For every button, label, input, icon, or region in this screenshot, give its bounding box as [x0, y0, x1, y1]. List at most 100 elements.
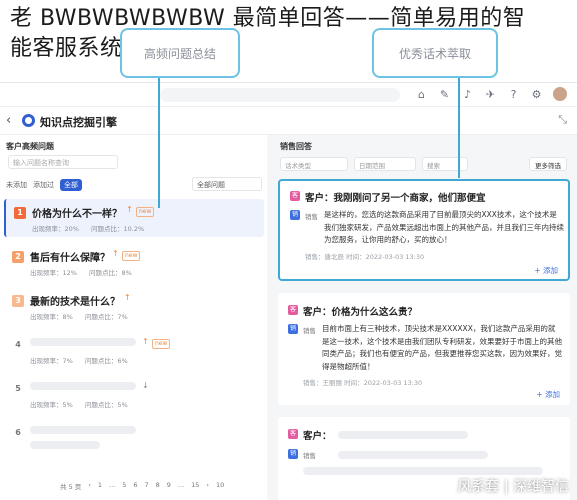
page-header: ‹ 知识点挖掘引擎 ⤡ [0, 107, 577, 135]
answer-search-input[interactable]: 搜索 [422, 157, 468, 171]
trend-up-icon: ↑ [112, 249, 119, 258]
sales-label: 销售 [303, 327, 316, 335]
back-icon[interactable]: ‹ [6, 113, 11, 128]
add-button[interactable]: + 添加 [534, 265, 558, 276]
page-link[interactable]: 6 [133, 481, 137, 491]
page-link[interactable]: 1 [98, 481, 102, 491]
callout-label: 高频问题总结 [143, 46, 216, 61]
sales-label: 销售 [303, 452, 316, 460]
click-ratio: 问题点比：8% [89, 269, 132, 277]
callout-label: 优秀话术萃取 [398, 46, 471, 61]
sales-badge: 销 [288, 449, 298, 459]
customer-badge: 客 [290, 191, 300, 201]
question-item[interactable]: 6 [4, 419, 264, 457]
page-link[interactable]: 8 [156, 481, 160, 491]
topbar-icons: ⌂ ✎ ♪ ✈ ? ⚙ [415, 87, 567, 101]
question-item[interactable]: 3 最新的技术是什么？ ↑ 出现频率：8% 问题点比：7% [4, 287, 264, 325]
answer-card[interactable]: 客 客户：价格为什么这么贵？ 销 销售 目前市面上有三种技术，顶尖技术是XXXX… [278, 293, 570, 405]
callout-connector-right [458, 78, 460, 178]
placeholder-bar [338, 431, 468, 439]
rank-badge: 3 [12, 295, 24, 307]
trend-up-icon: ↑ [124, 293, 131, 302]
placeholder-bar [303, 467, 543, 475]
plane-icon[interactable]: ✈ [484, 88, 497, 101]
filter-added[interactable]: 添加过 [33, 180, 54, 190]
placeholder-bar [30, 441, 100, 449]
question-filter-tabs: 未添加 添加过 全部 [6, 179, 82, 191]
click-ratio: 问题点比：6% [84, 357, 128, 365]
customer-badge: 客 [288, 305, 298, 315]
question-stats: 出现频率：8% 问题点比：7% [30, 311, 138, 321]
answer-filters: 话术类型 日期范围 搜索 [280, 157, 468, 171]
sales-label: 销售 [305, 213, 318, 221]
trend-down-icon: ↓ [142, 381, 149, 390]
question-text: 价格为什么不一样？ [32, 209, 122, 220]
new-badge: new [152, 339, 171, 349]
avatar[interactable] [553, 87, 567, 101]
left-panel-high-frequency: 客户高频问题 输入问题名称查询 未添加 添加过 全部 全部问题 1 价格为什么不… [0, 135, 267, 500]
question-text: 售后有什么保障？ [30, 253, 110, 264]
home-icon[interactable]: ⌂ [415, 88, 428, 101]
trend-up-icon: ↑ [142, 337, 149, 346]
page-title: 知识点挖掘引擎 [40, 116, 117, 129]
click-ratio: 问题点比：5% [84, 401, 128, 409]
page-link[interactable]: 9 [167, 481, 171, 491]
page-size-select[interactable]: 10 [216, 481, 224, 491]
sales-answer: 目前市面上有三种技术，顶尖技术是XXXXXX，我们这款产品采用的就是这一技术，这… [322, 324, 562, 371]
question-item[interactable]: 2 售后有什么保障？ ↑ new 出现频率：12% 问题点比：8% [4, 243, 264, 281]
engine-logo-icon [22, 114, 35, 127]
filter-all[interactable]: 全部 [60, 179, 82, 191]
click-ratio: 问题点比：10.2% [91, 225, 145, 233]
placeholder-bar [30, 426, 136, 434]
frequency: 出现频率：7% [30, 357, 73, 365]
frequency: 出现频率：20% [32, 225, 79, 233]
more-filters-button[interactable]: 更多筛选 [529, 157, 567, 171]
new-badge: new [136, 207, 155, 217]
question-type-dropdown[interactable]: 全部问题 [192, 177, 262, 191]
sales-badge: 销 [290, 210, 300, 220]
page-link[interactable]: 7 [145, 481, 149, 491]
script-type-select[interactable]: 话术类型 [280, 157, 348, 171]
question-stats: 出现频率：7% 问题点比：6% [30, 355, 138, 365]
customer-badge: 客 [288, 429, 298, 439]
edit-icon[interactable]: ✎ [438, 88, 451, 101]
question-item[interactable]: 1 价格为什么不一样？ ↑ new 出现频率：20% 问题点比：10.2% [4, 199, 264, 237]
panel-title: 销售回答 [280, 142, 312, 151]
right-panel-sales-answers: 销售回答 话术类型 日期范围 搜索 更多筛选 客 客户：我刚刚问了另一个商家，他… [274, 135, 577, 500]
settings-icon[interactable]: ⚙ [530, 88, 543, 101]
add-button[interactable]: + 添加 [536, 389, 560, 400]
sales-answer: 是这样的，您选的这款商品采用了目前最顶尖的XXX技术，这个技术是我们独家研发，产… [324, 210, 564, 244]
new-badge: new [122, 251, 141, 261]
question-item[interactable]: 4 ↑ new 出现频率：7% 问题点比：6% [4, 331, 264, 369]
placeholder-bar [30, 382, 136, 390]
filter-not-added[interactable]: 未添加 [6, 180, 27, 190]
date-range-picker[interactable]: 日期范围 [354, 157, 416, 171]
app-window: ⌂ ✎ ♪ ✈ ? ⚙ ‹ 知识点挖掘引擎 ⤡ 客户高频问题 输入问题名称查询 … [0, 82, 577, 500]
bell-icon[interactable]: ♪ [461, 88, 474, 101]
help-icon[interactable]: ? [507, 88, 520, 101]
click-ratio: 问题点比：7% [84, 313, 128, 321]
pagination: 共 5 页 ‹ 1 ... 5 6 7 8 9 ... 15 › 10 [60, 481, 224, 491]
callout-connector-left [158, 78, 160, 208]
question-stats: 出现频率：12% 问题点比：8% [30, 267, 142, 277]
callout-best-scripts: 优秀话术萃取 [372, 28, 498, 78]
question-search-input[interactable]: 输入问题名称查询 [8, 155, 118, 169]
expand-icon[interactable]: ⤡ [558, 113, 567, 127]
global-search-input[interactable] [160, 88, 400, 102]
rank-badge: 6 [15, 428, 21, 437]
customer-question: 客户：我刚刚问了另一个商家，他们那便宜 [305, 193, 486, 204]
page-ellipsis: ... [177, 481, 185, 489]
page-link[interactable]: 5 [122, 481, 126, 491]
sales-badge: 销 [288, 324, 298, 334]
page-link[interactable]: 15 [191, 481, 199, 491]
page-next[interactable]: › [206, 481, 209, 491]
question-text: 最新的技术是什么？ [30, 297, 120, 308]
customer-question: 客户： [303, 431, 332, 442]
page-prev[interactable]: ‹ [88, 481, 91, 491]
placeholder-bar [30, 338, 136, 346]
frequency: 出现频率：8% [30, 313, 73, 321]
answer-card[interactable]: 客 客户：我刚刚问了另一个商家，他们那便宜 销 销售 是这样的，您选的这款商品采… [278, 179, 570, 281]
question-item[interactable]: 5 ↓ 出现频率：5% 问题点比：5% [4, 375, 264, 413]
callout-high-frequency: 高频问题总结 [120, 28, 240, 78]
rank-badge: 5 [15, 384, 21, 393]
